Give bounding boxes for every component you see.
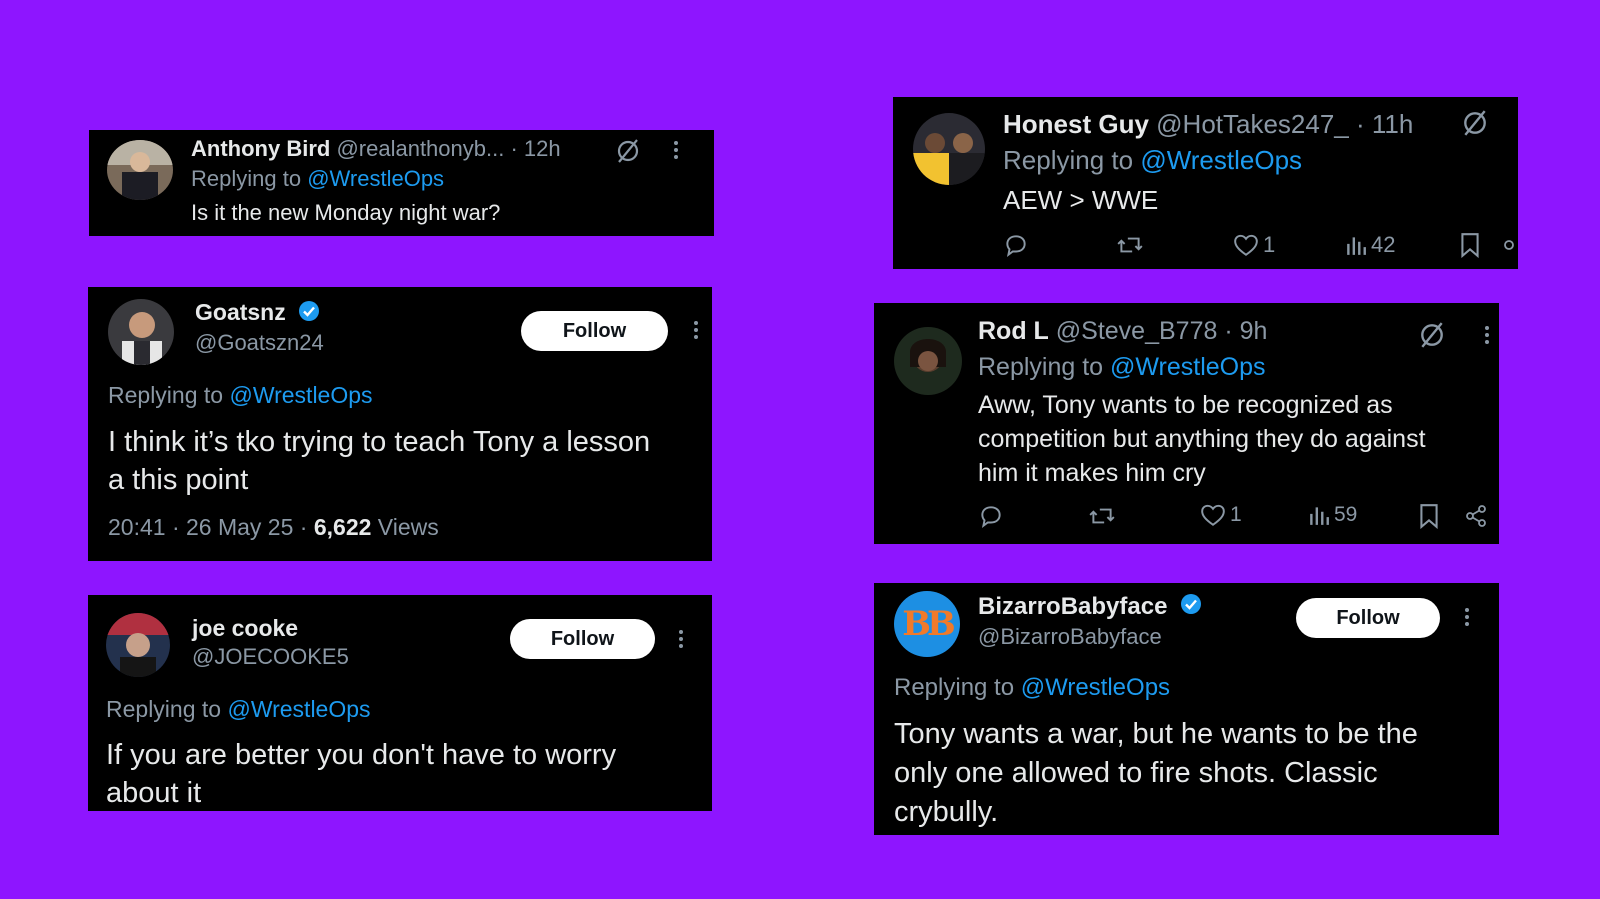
like-button[interactable]: 1 — [1200, 503, 1242, 527]
more-icon[interactable] — [1464, 607, 1470, 627]
replying-to-label: Replying to — [894, 674, 1015, 701]
replying-to-label: Replying to — [1003, 145, 1134, 175]
user-name[interactable]: Honest Guy — [1003, 109, 1149, 139]
tweet-card-anthony: Anthony Bird @realanthonyb... · 12h Repl… — [89, 130, 714, 236]
replying-to-label: Replying to — [191, 166, 302, 191]
more-icon[interactable] — [673, 140, 679, 160]
replying-to-label: Replying to — [978, 353, 1104, 381]
tweet-text-line-2: about it — [106, 777, 202, 809]
views-button[interactable]: 42 — [1345, 232, 1395, 258]
verified-icon — [298, 300, 320, 328]
avatar[interactable] — [913, 113, 985, 185]
bookmark-icon[interactable] — [1418, 503, 1440, 529]
tweet-time[interactable]: · 12h — [510, 136, 560, 161]
mention-link[interactable]: @WrestleOps — [229, 382, 372, 408]
follow-button[interactable]: Follow — [1296, 598, 1440, 638]
tweet-text-line-1: If you are better you don't have to worr… — [106, 739, 617, 771]
follow-button[interactable]: Follow — [510, 619, 655, 659]
mention-link[interactable]: @WrestleOps — [1021, 674, 1170, 701]
reply-context: Replying to @WrestleOps — [1003, 145, 1302, 176]
user-name[interactable]: joe cooke — [192, 615, 298, 642]
reply-context: Replying to @WrestleOps — [106, 696, 371, 723]
views-icon — [1310, 507, 1329, 525]
views-button[interactable]: 59 — [1308, 503, 1357, 527]
verified-icon — [1180, 593, 1202, 622]
bookmark-icon[interactable] — [1459, 232, 1481, 258]
tweet-text: Is it the new Monday night war? — [191, 200, 501, 225]
user-handle[interactable]: @Steve_B778 — [1056, 317, 1218, 345]
tweet-text-line-3: crybully. — [894, 796, 999, 828]
tweet-card-joe: joe cooke @JOECOOKE5 Follow Replying to … — [88, 595, 712, 811]
like-icon — [1234, 234, 1258, 256]
avatar[interactable] — [894, 327, 962, 395]
views-count: 42 — [1371, 232, 1396, 257]
tweet-time[interactable]: · 9h — [1224, 317, 1267, 345]
reply-icon[interactable] — [978, 503, 1004, 529]
grok-icon[interactable] — [1461, 109, 1489, 137]
replying-to-label: Replying to — [108, 382, 224, 408]
views-count: 6,622 — [313, 514, 372, 540]
user-handle[interactable]: @BizarroBabyface — [978, 624, 1162, 650]
user-handle[interactable]: @realanthonyb... — [336, 136, 504, 161]
tweet-text-line-2: a this point — [108, 464, 249, 496]
reply-context: Replying to @WrestleOps — [894, 674, 1170, 702]
mention-link[interactable]: @WrestleOps — [1110, 353, 1266, 381]
views-count: 59 — [1334, 503, 1358, 526]
avatar-logo: BB — [902, 604, 956, 644]
share-icon[interactable] — [1503, 239, 1515, 251]
tweet-time[interactable]: · 11h — [1356, 109, 1413, 139]
user-name[interactable]: Goatsnz — [195, 299, 286, 325]
tweet-text-line-1: Tony wants a war, but he wants to be the — [894, 718, 1418, 750]
tweet-card-bizarro: BB BizarroBabyface @BizarroBabyface Foll… — [874, 583, 1499, 835]
views-icon — [1347, 237, 1366, 255]
avatar[interactable] — [107, 140, 173, 200]
like-icon — [1201, 504, 1225, 526]
reply-context: Replying to @WrestleOps — [978, 353, 1266, 382]
more-icon[interactable] — [1484, 325, 1490, 345]
more-icon[interactable] — [693, 320, 699, 340]
mention-link[interactable]: @WrestleOps — [307, 166, 444, 191]
tweet-text-line-1: I think it’s tko trying to teach Tony a … — [108, 426, 651, 458]
tweet-text: AEW > WWE — [1003, 185, 1159, 215]
mention-link[interactable]: @WrestleOps — [227, 696, 370, 722]
user-name[interactable]: Anthony Bird — [191, 136, 330, 161]
like-button[interactable]: 1 — [1233, 232, 1275, 258]
reply-context: Replying to @WrestleOps — [191, 166, 444, 192]
reply-context: Replying to @WrestleOps — [108, 382, 373, 409]
reply-icon[interactable] — [1003, 232, 1029, 258]
like-count: 1 — [1263, 232, 1276, 257]
tweet-text-line-2: only one allowed to fire shots. Classic — [894, 757, 1378, 789]
retweet-icon[interactable] — [1088, 503, 1116, 529]
replying-to-label: Replying to — [106, 696, 222, 722]
grok-icon[interactable] — [615, 138, 641, 164]
user-handle[interactable]: @HotTakes247_ — [1156, 109, 1349, 139]
retweet-icon[interactable] — [1116, 232, 1144, 258]
tweet-card-goatsnz: Goatsnz @Goatszn24 Follow Replying to @W… — [88, 287, 712, 561]
follow-button[interactable]: Follow — [521, 311, 668, 351]
avatar[interactable]: BB — [894, 591, 960, 657]
tweet-text-line-3: him it makes him cry — [978, 459, 1206, 487]
views-label: Views — [377, 514, 439, 540]
like-count: 1 — [1230, 503, 1242, 526]
share-icon[interactable] — [1464, 503, 1488, 529]
tweet-meta: 20:41 · 26 May 25 · 6,622 Views — [108, 514, 439, 541]
avatar[interactable] — [106, 613, 170, 677]
user-handle[interactable]: @JOECOOKE5 — [192, 644, 349, 670]
tweet-text-line-2: competition but anything they do against — [978, 425, 1426, 453]
tweet-card-rod: Rod L @Steve_B778 · 9h Replying to @Wres… — [874, 303, 1499, 544]
mention-link[interactable]: @WrestleOps — [1140, 145, 1302, 175]
grok-icon[interactable] — [1418, 321, 1446, 349]
user-name[interactable]: BizarroBabyface — [978, 593, 1167, 620]
tweet-text-line-1: Aww, Tony wants to be recognized as — [978, 391, 1393, 419]
more-icon[interactable] — [678, 629, 684, 649]
user-name[interactable]: Rod L — [978, 317, 1049, 345]
avatar[interactable] — [108, 299, 174, 365]
user-handle[interactable]: @Goatszn24 — [195, 330, 324, 356]
tweet-card-honest: Honest Guy @HotTakes247_ · 11h Replying … — [893, 97, 1518, 269]
tweet-timestamp[interactable]: 20:41 · 26 May 25 · — [108, 514, 307, 540]
